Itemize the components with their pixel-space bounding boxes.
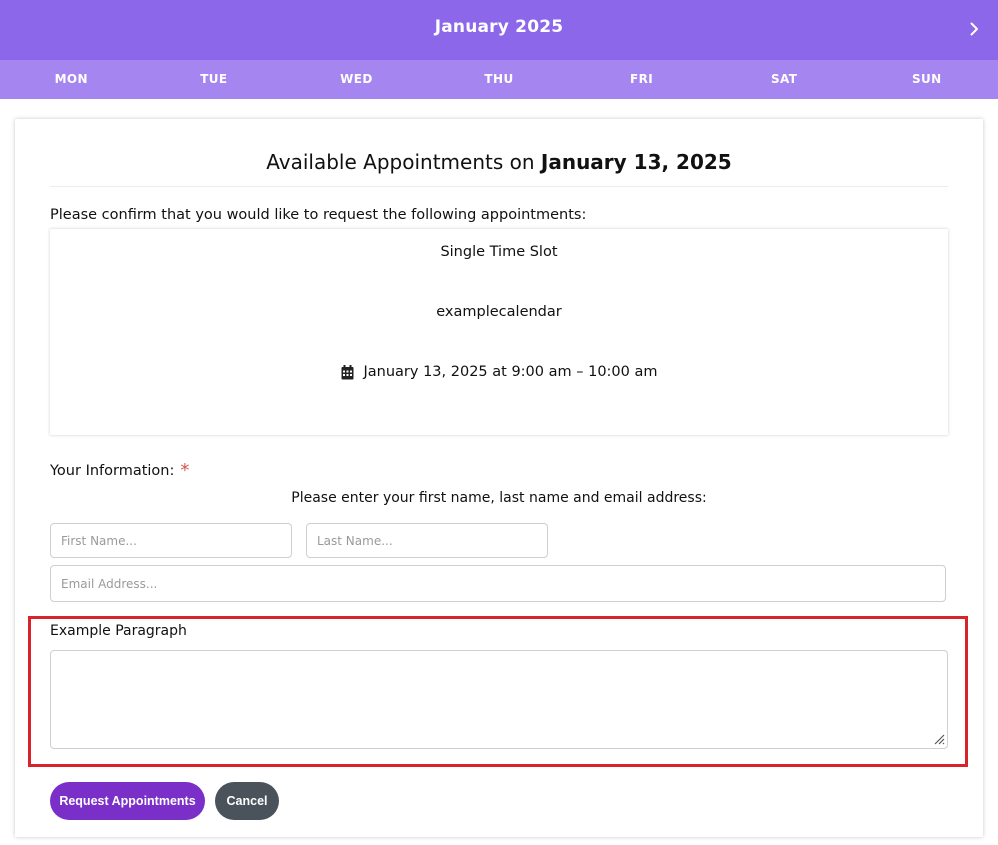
confirm-text: Please confirm that you would like to re… [50,207,587,223]
weekday-label: THU [484,72,514,86]
next-month-button[interactable] [966,17,982,41]
your-information-text: Your Information: [50,463,175,479]
chevron-right-icon [970,22,978,36]
highlight-box [28,616,968,767]
info-help-text: Please enter your first name, last name … [291,490,707,506]
appointment-datetime: January 13, 2025 at 9:00 am – 10:00 am [363,364,658,380]
weekday-label: SUN [911,72,942,86]
weekday-label: TUE [200,72,228,86]
appointment-summary: Single Time Slot examplecalendar January… [50,229,948,435]
cancel-button[interactable]: Cancel [215,782,279,820]
weekday-label: MON [54,72,88,86]
weekday-label: WED [340,72,373,86]
email-input[interactable] [50,565,946,602]
calendar-name: examplecalendar [436,304,562,320]
weekday-bar: MON TUE WED THU FRI SAT SUN [0,60,998,99]
month-title: January 2025 [434,17,564,37]
first-name-input[interactable] [50,523,292,558]
calendar-header: January 2025 [0,0,998,60]
page-title: Available Appointments on January 13, 20… [50,150,948,174]
your-information-label: Your Information: * [50,460,190,481]
calendar-icon [341,364,353,379]
appointment-datetime-row: January 13, 2025 at 9:00 am – 10:00 am [50,364,948,380]
title-prefix: Available Appointments on [266,150,535,174]
required-asterisk-icon: * [180,460,190,481]
weekday-label: FRI [630,72,654,86]
title-date: January 13, 2025 [540,150,732,174]
title-divider [50,186,948,187]
request-appointments-button[interactable]: Request Appointments [50,782,205,820]
slot-type: Single Time Slot [440,244,558,260]
last-name-input[interactable] [306,523,548,558]
weekday-label: SAT [770,72,798,86]
